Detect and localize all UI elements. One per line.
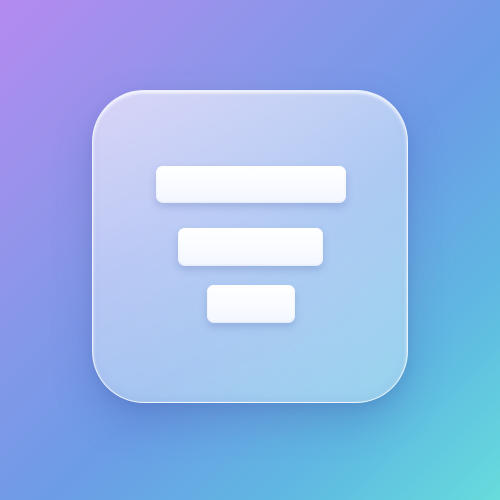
filter-bar-middle — [178, 228, 323, 266]
filter-bar-bottom — [207, 285, 295, 323]
filter-bar-top — [156, 166, 346, 203]
filter-icon[interactable] — [92, 90, 408, 403]
